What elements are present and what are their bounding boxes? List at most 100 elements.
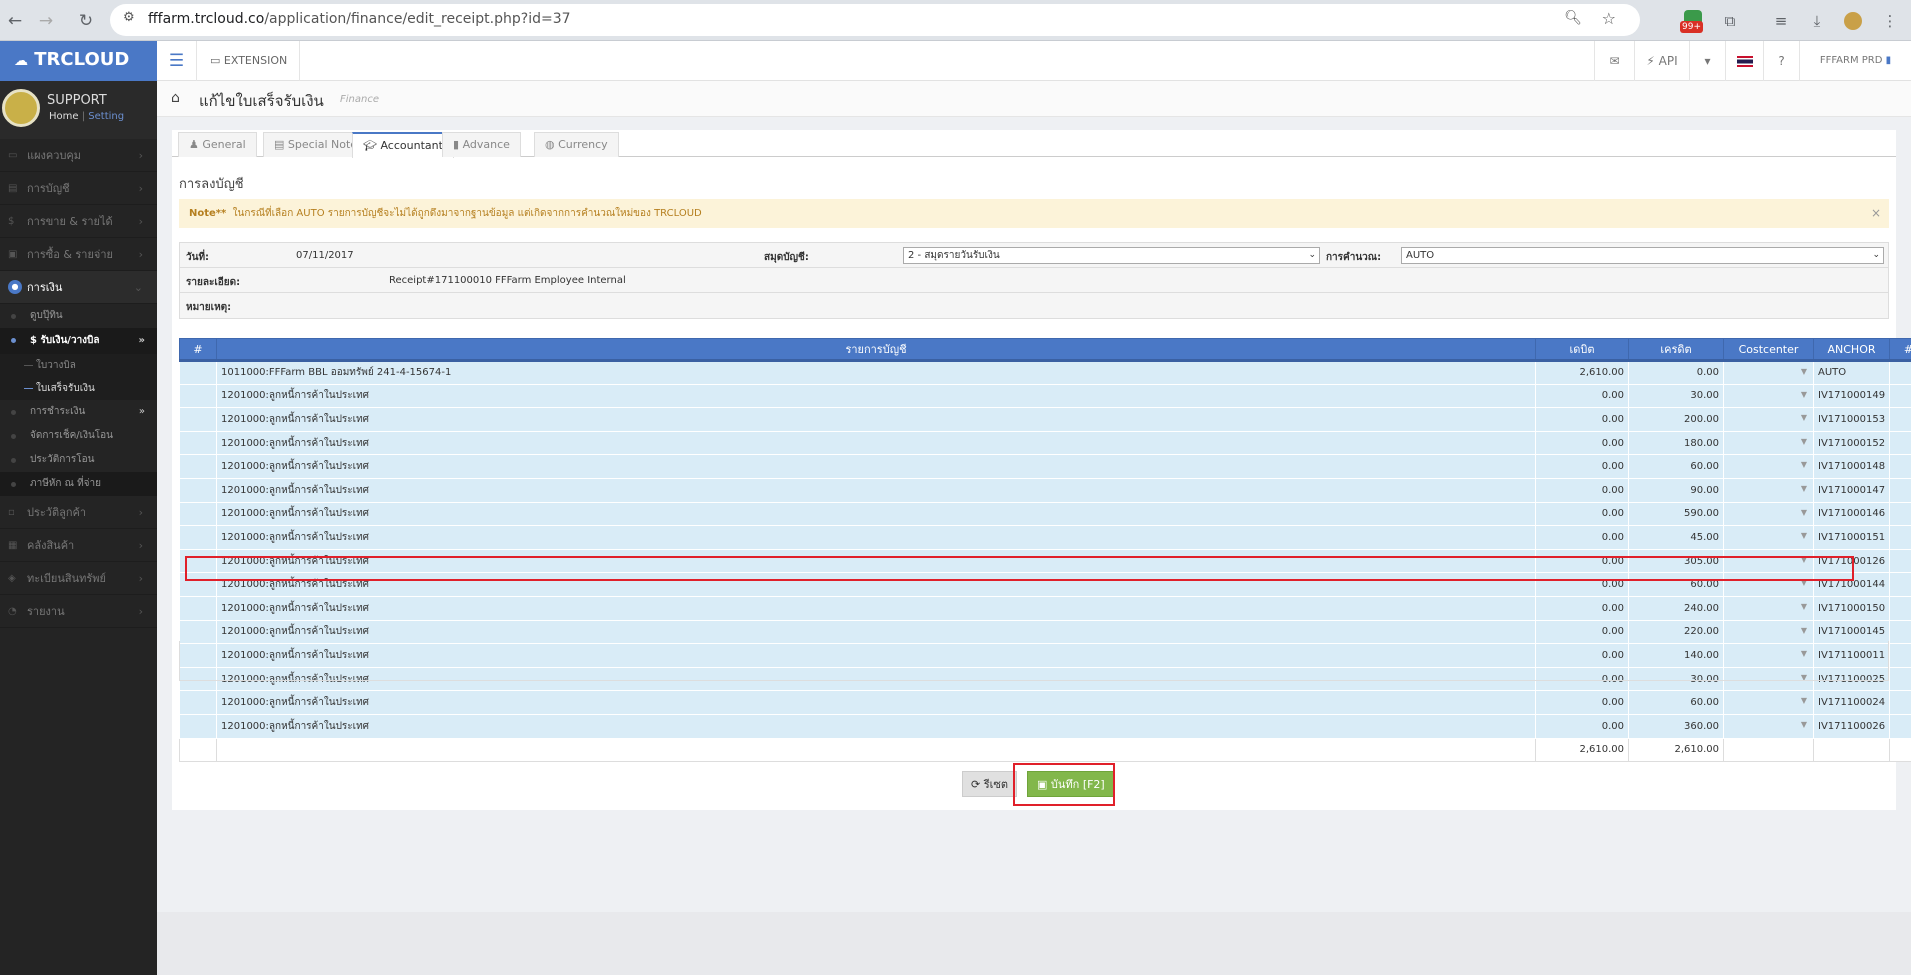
credit-cell[interactable]: 200.00	[1628, 407, 1724, 432]
sidebar-item-assets[interactable]: ◈ ทะเบียนสินทรัพย์ ›	[0, 562, 157, 595]
row-action-cell[interactable]	[1889, 360, 1911, 385]
costcenter-select[interactable]: ▼	[1723, 360, 1814, 385]
costcenter-select[interactable]: ▼	[1723, 548, 1814, 574]
back-icon[interactable]: ←	[2, 8, 28, 34]
costcenter-select[interactable]: ▼	[1723, 501, 1814, 527]
debit-cell[interactable]: 0.00	[1535, 690, 1629, 715]
tab-currency[interactable]: ◍ Currency	[534, 132, 619, 157]
media-icon[interactable]: ≡	[1768, 8, 1794, 34]
puzzle-icon[interactable]: ⧉	[1717, 8, 1743, 34]
credit-cell[interactable]: 60.00	[1628, 572, 1724, 597]
profile-avatar-icon[interactable]	[1840, 8, 1866, 34]
costcenter-select[interactable]: ▼	[1723, 430, 1814, 456]
thai-flag-icon[interactable]	[1725, 41, 1763, 81]
row-action-cell[interactable]	[1889, 595, 1911, 621]
row-action-cell[interactable]	[1889, 454, 1911, 479]
sidebar-item-finance[interactable]: ● การเงิน ⌄	[0, 271, 157, 304]
address-bar[interactable]: ⚙ fffarm.trcloud.co/application/finance/…	[110, 4, 1640, 36]
account-cell[interactable]: 1011000:FFFarm BBL ออมทรัพย์ 241-4-15674…	[216, 360, 1536, 385]
table-row[interactable]: 1201000:ลูกหนี้การค้าในประเทศ 0.00 60.00 ▼ I…	[179, 454, 1911, 479]
close-icon[interactable]: ×	[1871, 199, 1881, 228]
row-action-cell[interactable]	[1889, 477, 1911, 503]
costcenter-select[interactable]: ▼	[1723, 690, 1814, 715]
debit-cell[interactable]: 0.00	[1535, 525, 1629, 550]
table-row[interactable]: 1011000:FFFarm BBL ออมทรัพย์ 241-4-15674…	[179, 360, 1911, 385]
costcenter-select[interactable]: ▼	[1723, 477, 1814, 503]
tab-advance[interactable]: ▮ Advance	[442, 132, 521, 157]
credit-cell[interactable]: 590.00	[1628, 501, 1724, 527]
table-row[interactable]: 1201000:ลูกหนี้การค้าในประเทศ 0.00 90.00 ▼ I…	[179, 477, 1911, 503]
costcenter-select[interactable]: ▼	[1723, 572, 1814, 597]
account-cell[interactable]: 1201000:ลูกหนี้การค้าในประเทศ	[216, 454, 1536, 479]
tab-accountant[interactable]: 🎓︎ Accountant	[352, 132, 454, 158]
row-action-cell[interactable]	[1889, 430, 1911, 456]
row-action-cell[interactable]	[1889, 690, 1911, 715]
table-row[interactable]: 1201000:ลูกหนี้การค้าในประเทศ 0.00 240.00 ▼…	[179, 595, 1911, 621]
table-row[interactable]: 1201000:ลูกหนี้การค้าในประเทศ 0.00 360.00 ▼…	[179, 713, 1911, 739]
row-action-cell[interactable]	[1889, 619, 1911, 645]
sidebar-subitem-payment[interactable]: การชำระเงิน»	[0, 400, 157, 424]
sidebar-subitem-receipt[interactable]: ใบเสร็จรับเงิน	[0, 377, 157, 400]
brand-logo[interactable]: ☁ TRCLOUD	[0, 41, 157, 81]
debit-cell[interactable]: 0.00	[1535, 548, 1629, 574]
sidebar-item-sales[interactable]: $ การขาย & รายได้ ›	[0, 205, 157, 238]
extension-icon[interactable]: 99+	[1680, 8, 1706, 34]
account-cell[interactable]: 1201000:ลูกหนี้การค้าในประเทศ	[216, 430, 1536, 456]
forward-icon[interactable]: →	[33, 8, 59, 34]
table-row[interactable]: 1201000:ลูกหนี้การค้าในประเทศ 0.00 60.00 ▼ I…	[179, 690, 1911, 715]
sidebar-item-dashboard[interactable]: ▭ แผงควบคุม ›	[0, 139, 157, 172]
row-action-cell[interactable]	[1889, 383, 1911, 409]
menu-kebab-icon[interactable]: ⋮	[1877, 8, 1903, 34]
home-link[interactable]: Home	[49, 111, 79, 122]
calc-select[interactable]: AUTO ⌄	[1401, 247, 1884, 264]
row-action-cell[interactable]	[1889, 666, 1911, 692]
credit-cell[interactable]: 30.00	[1628, 383, 1724, 409]
help-icon[interactable]: ?	[1763, 41, 1799, 81]
row-action-cell[interactable]	[1889, 713, 1911, 739]
credit-cell[interactable]: 305.00	[1628, 548, 1724, 574]
sidebar-item-customer[interactable]: ▫ ประวัติลูกค้า ›	[0, 496, 157, 529]
table-row[interactable]: 1201000:ลูกหนี้การค้าในประเทศ 0.00 30.00 ▼ I…	[179, 383, 1911, 409]
sidebar-item-inventory[interactable]: ▦ คลังสินค้า ›	[0, 529, 157, 562]
debit-cell[interactable]: 0.00	[1535, 713, 1629, 739]
debit-cell[interactable]: 0.00	[1535, 595, 1629, 621]
account-cell[interactable]: 1201000:ลูกหนี้การค้าในประเทศ	[216, 572, 1536, 597]
account-cell[interactable]: 1201000:ลูกหนี้การค้าในประเทศ	[216, 477, 1536, 503]
account-cell[interactable]: 1201000:ลูกหนี้การค้าในประเทศ	[216, 383, 1536, 409]
sidebar-subitem-receive[interactable]: $ รับเงิน/วางบิล»	[0, 328, 157, 354]
row-action-cell[interactable]	[1889, 548, 1911, 574]
debit-cell[interactable]: 0.00	[1535, 454, 1629, 479]
credit-cell[interactable]: 180.00	[1628, 430, 1724, 456]
row-action-cell[interactable]	[1889, 525, 1911, 550]
sidebar-subitem-calendar[interactable]: ดูบปุ๊ทิน	[0, 304, 157, 328]
setting-link[interactable]: Setting	[88, 111, 124, 122]
bookmark-star-icon[interactable]: ☆	[1602, 9, 1616, 28]
debit-cell[interactable]: 2,610.00	[1535, 360, 1629, 385]
costcenter-select[interactable]: ▼	[1723, 713, 1814, 739]
debit-cell[interactable]: 0.00	[1535, 383, 1629, 409]
mail-icon[interactable]: ✉	[1594, 41, 1634, 81]
account-cell[interactable]: 1201000:ลูกหนี้การค้าในประเทศ	[216, 501, 1536, 527]
reset-button[interactable]: ⟳ รีเซต	[962, 771, 1017, 797]
credit-cell[interactable]: 60.00	[1628, 690, 1724, 715]
costcenter-select[interactable]: ▼	[1723, 407, 1814, 432]
sidebar-item-purchase[interactable]: ▣ การซื้อ & รายจ่าย ›	[0, 238, 157, 271]
row-action-cell[interactable]	[1889, 501, 1911, 527]
row-action-cell[interactable]	[1889, 572, 1911, 597]
sidebar-subitem-withholding[interactable]: ภาษีหัก ณ ที่จ่าย	[0, 472, 157, 496]
credit-cell[interactable]: 360.00	[1628, 713, 1724, 739]
hamburger-menu-icon[interactable]: ☰	[157, 41, 197, 81]
debit-cell[interactable]: 0.00	[1535, 477, 1629, 503]
row-action-cell[interactable]	[1889, 407, 1911, 432]
extension-button[interactable]: ▭ EXTENSION	[198, 41, 301, 81]
zoom-icon[interactable]: 🔍︎	[1564, 10, 1582, 26]
book-select[interactable]: 2 - สมุดรายวันรับเงิน ⌄	[903, 247, 1320, 264]
account-cell[interactable]: 1201000:ลูกหนี้การค้าในประเทศ	[216, 595, 1536, 621]
table-row[interactable]: 1201000:ลูกหนี้การค้าในประเทศ 0.00 590.00 ▼…	[179, 501, 1911, 527]
table-row[interactable]: 1201000:ลูกหนี้การค้าในประเทศ 0.00 305.00 ▼…	[179, 548, 1911, 574]
credit-cell[interactable]: 240.00	[1628, 595, 1724, 621]
debit-cell[interactable]: 0.00	[1535, 430, 1629, 456]
account-cell[interactable]: 1201000:ลูกหนี้การค้าในประเทศ	[216, 713, 1536, 739]
sidebar-item-report[interactable]: ◔ รายงาน ›	[0, 595, 157, 628]
site-info-icon[interactable]: ⚙	[123, 10, 135, 25]
